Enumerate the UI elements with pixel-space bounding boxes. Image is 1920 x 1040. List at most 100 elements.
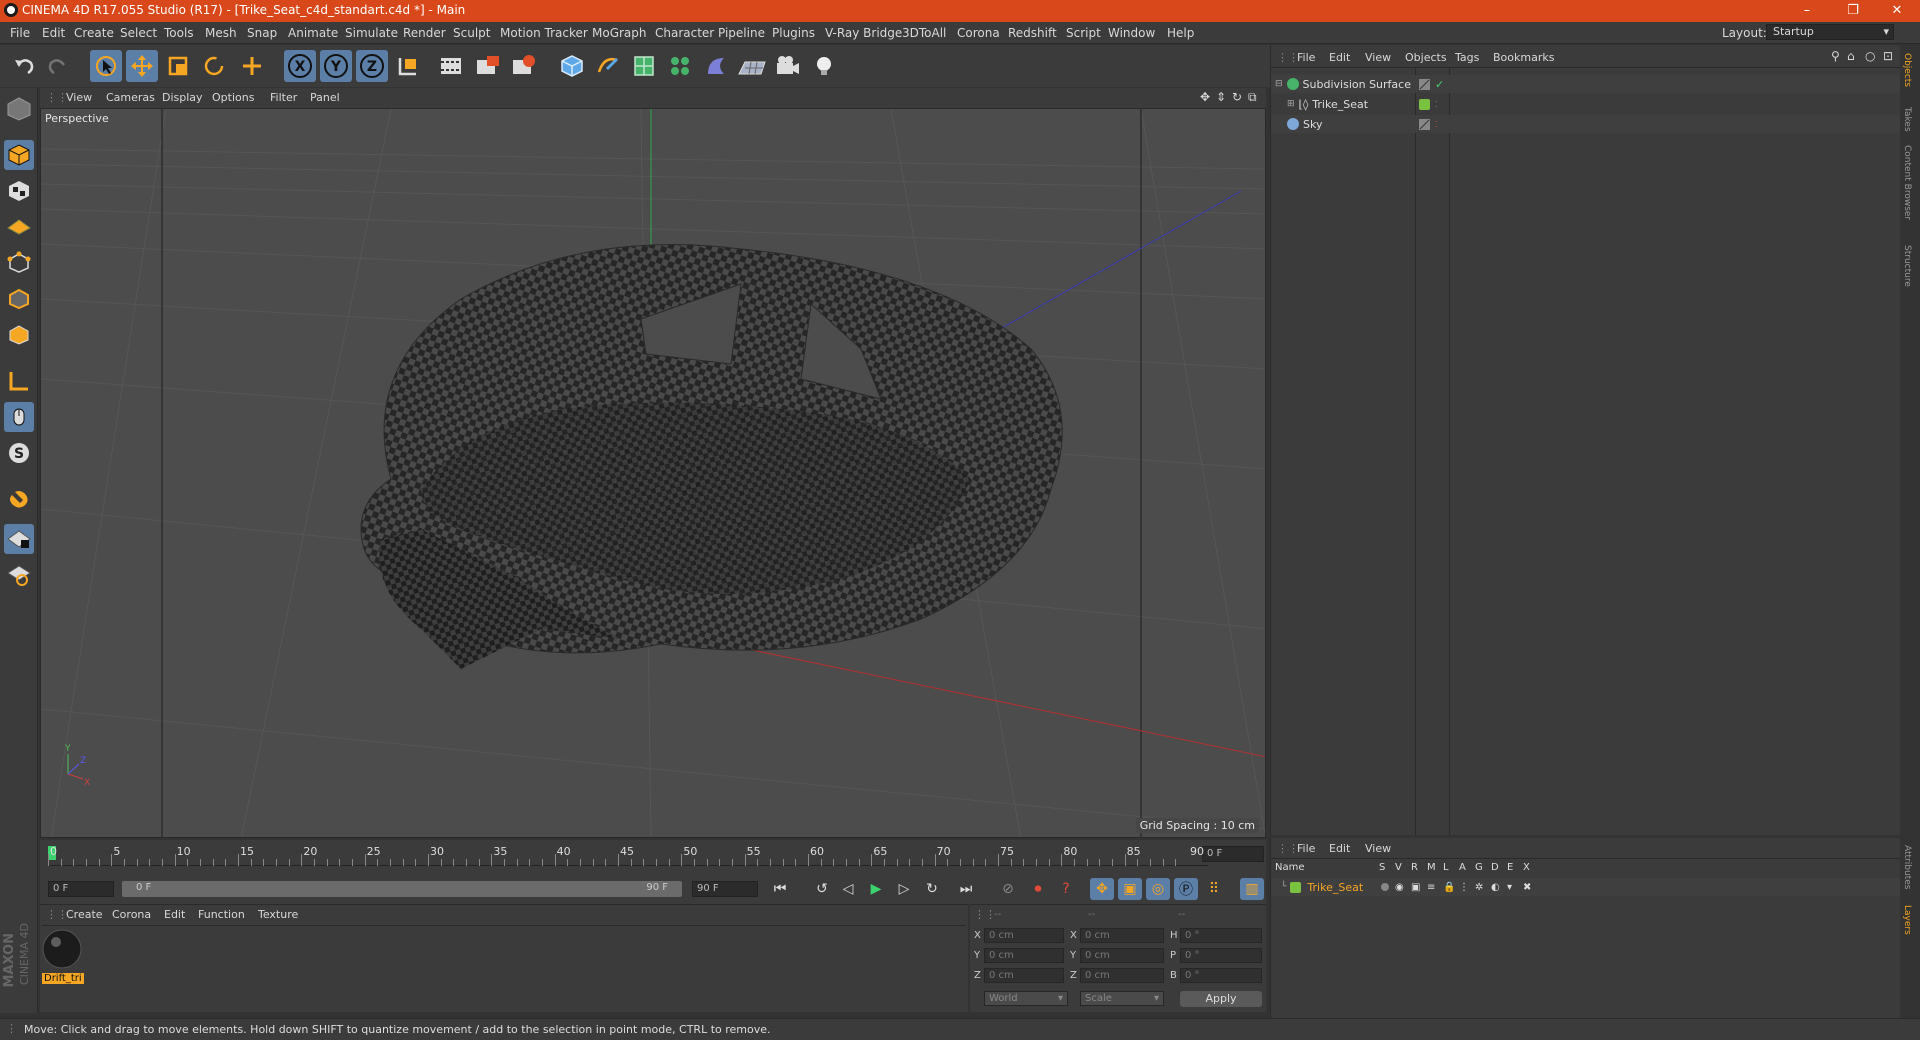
visibility-dots-icon[interactable]: ⁚: [1435, 100, 1438, 109]
tab-content-browser[interactable]: Content Browser: [1902, 145, 1912, 220]
render-toggle-icon[interactable]: ▣: [1411, 882, 1420, 893]
tab-attributes[interactable]: Attributes: [1902, 845, 1912, 889]
perspective-viewport[interactable]: Y X Z Perspective Grid Spacing : 10 cm: [40, 108, 1266, 838]
expand-icon[interactable]: ⊞: [1287, 99, 1295, 109]
coordinate-system-icon[interactable]: [392, 50, 424, 82]
material-swatch[interactable]: Drift_tri: [42, 927, 84, 989]
rot-h-field[interactable]: 0 °: [1180, 928, 1262, 943]
axis-mode-icon[interactable]: [4, 366, 34, 396]
record-keys-icon[interactable]: ⊘: [996, 878, 1020, 900]
key-pla-icon[interactable]: ⠿: [1202, 878, 1226, 900]
rot-p-field[interactable]: 0 °: [1180, 948, 1262, 963]
rot-b-field[interactable]: 0 °: [1180, 968, 1262, 983]
close-button[interactable]: ✕: [1874, 0, 1920, 22]
key-position-icon[interactable]: ✥: [1090, 878, 1114, 900]
cube-icon[interactable]: [556, 50, 588, 82]
viewport-menu-filter[interactable]: Filter: [270, 91, 297, 104]
subdivision-icon[interactable]: [628, 50, 660, 82]
next-key-icon[interactable]: ↻: [920, 878, 944, 900]
tweak-icon[interactable]: [4, 402, 34, 432]
menu-corona[interactable]: Corona: [957, 26, 1000, 40]
menu-snap[interactable]: Snap: [247, 26, 277, 40]
magnet-icon[interactable]: [4, 484, 34, 514]
menu-tools[interactable]: Tools: [164, 26, 194, 40]
select-arrow-icon[interactable]: [90, 50, 122, 82]
pos-y-field[interactable]: 0 cm: [984, 948, 1064, 963]
minimize-button[interactable]: –: [1784, 0, 1830, 22]
x-axis-icon[interactable]: X: [284, 50, 316, 82]
viewport-nav-rotate-icon[interactable]: ↻: [1232, 90, 1242, 104]
menu-motion-tracker[interactable]: Motion Tracker: [500, 26, 588, 40]
material-menu-texture[interactable]: Texture: [258, 908, 298, 921]
menu-render[interactable]: Render: [403, 26, 446, 40]
menu-character[interactable]: Character: [655, 26, 714, 40]
deformer-toggle-icon[interactable]: ◐: [1491, 882, 1500, 893]
scale-icon[interactable]: [162, 50, 194, 82]
tab-objects[interactable]: Objects: [1902, 53, 1912, 87]
workplane-icon[interactable]: [4, 210, 34, 240]
size-mode-dropdown[interactable]: Scale ▾: [1080, 991, 1164, 1006]
object-row-subdivision-surface[interactable]: ⊟ Subdivision Surface ✓: [1271, 75, 1901, 93]
polygons-mode-icon[interactable]: [4, 320, 34, 350]
view-toggle-icon[interactable]: ◉: [1395, 882, 1404, 893]
redo-icon[interactable]: [42, 50, 74, 82]
visibility-dots-icon[interactable]: ⁚: [1435, 120, 1438, 129]
edges-mode-icon[interactable]: [4, 284, 34, 314]
viewport-menu-options[interactable]: Options: [212, 91, 254, 104]
menu-animate[interactable]: Animate: [288, 26, 338, 40]
go-to-start-icon[interactable]: ⏮: [768, 878, 792, 900]
menu-script[interactable]: Script: [1066, 26, 1101, 40]
enabled-check-icon[interactable]: ✓: [1435, 78, 1444, 91]
menu-sculpt[interactable]: Sculpt: [453, 26, 490, 40]
apply-button[interactable]: Apply: [1180, 991, 1262, 1007]
snap-icon[interactable]: S: [4, 438, 34, 468]
frame-range-slider[interactable]: 0 F 90 F: [122, 881, 682, 897]
layer-row-trike-seat[interactable]: └ Trike_Seat ◉ ▣ ≡ 🔒 ⋮ ✲ ◐ ▾ ✖: [1271, 878, 1901, 896]
viewport-menu-panel[interactable]: Panel: [310, 91, 340, 104]
layers-menu-view[interactable]: View: [1365, 842, 1391, 855]
deformer-icon[interactable]: [700, 50, 732, 82]
objects-menu-edit[interactable]: Edit: [1329, 51, 1350, 64]
texture-mode-icon[interactable]: [4, 176, 34, 206]
autokey-icon[interactable]: ⏺: [1026, 878, 1050, 900]
viewport-menu-cameras[interactable]: Cameras: [106, 91, 155, 104]
viewport-maximize-icon[interactable]: ⧉: [1248, 90, 1257, 105]
previous-frame-icon[interactable]: ◁: [836, 878, 860, 900]
objects-menu-bookmarks[interactable]: Bookmarks: [1493, 51, 1554, 64]
expression-toggle-icon[interactable]: ▾: [1507, 882, 1512, 893]
make-editable-icon[interactable]: [4, 94, 34, 124]
animation-toggle-icon[interactable]: ⋮: [1459, 882, 1469, 893]
menu-mesh[interactable]: Mesh: [205, 26, 237, 40]
edit-render-settings-icon[interactable]: [508, 50, 540, 82]
end-frame-field[interactable]: 90 F: [692, 881, 758, 897]
keyframe-selection-icon[interactable]: ?: [1054, 878, 1078, 900]
size-z-field[interactable]: 0 cm: [1080, 968, 1164, 983]
menu-plugins[interactable]: Plugins: [772, 26, 815, 40]
layer-color-icon[interactable]: [1419, 98, 1430, 110]
play-icon[interactable]: ▶: [864, 878, 888, 900]
cloner-icon[interactable]: [664, 50, 696, 82]
objects-menu-file[interactable]: File: [1297, 51, 1315, 64]
generator-toggle-icon[interactable]: ✲: [1475, 882, 1483, 893]
light-icon[interactable]: [808, 50, 840, 82]
objects-menu-view[interactable]: View: [1365, 51, 1391, 64]
tab-layers[interactable]: Layers: [1902, 905, 1912, 935]
object-row-trike-seat[interactable]: ⊞ ⌊◊ Trike_Seat ⁚: [1271, 95, 1901, 113]
key-scale-icon[interactable]: ▣: [1118, 878, 1142, 900]
floor-icon[interactable]: [736, 50, 768, 82]
xref-toggle-icon[interactable]: ✖: [1523, 882, 1531, 893]
material-menu-edit[interactable]: Edit: [164, 908, 185, 921]
key-rotation-icon[interactable]: ◎: [1146, 878, 1170, 900]
previous-key-icon[interactable]: ↺: [810, 878, 834, 900]
objects-menu-objects[interactable]: Objects: [1405, 51, 1447, 64]
menu-simulate[interactable]: Simulate: [345, 26, 398, 40]
layout-dropdown[interactable]: Startup ▾: [1766, 24, 1894, 40]
viewport-menu-view[interactable]: View: [66, 91, 92, 104]
menu-edit[interactable]: Edit: [42, 26, 65, 40]
menu-redshift[interactable]: Redshift: [1008, 26, 1057, 40]
size-y-field[interactable]: 0 cm: [1080, 948, 1164, 963]
pos-x-field[interactable]: 0 cm: [984, 928, 1064, 943]
object-row-sky[interactable]: Sky ⁚: [1271, 115, 1901, 133]
coordinate-mode-dropdown[interactable]: World ▾: [984, 991, 1068, 1006]
menu-pipeline[interactable]: Pipeline: [718, 26, 765, 40]
